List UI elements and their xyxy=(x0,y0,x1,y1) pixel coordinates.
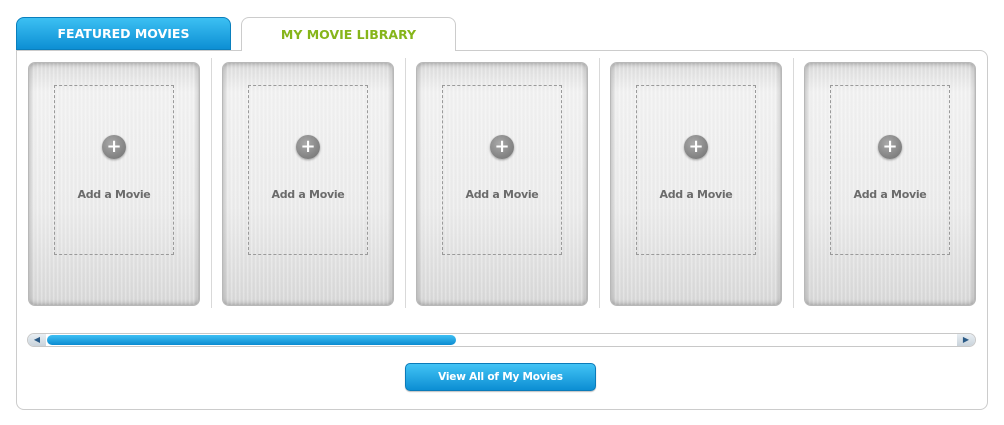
add-movie-slot-1[interactable]: + Add a Movie xyxy=(28,62,200,306)
view-all-movies-button[interactable]: View All of My Movies xyxy=(405,363,596,391)
add-movie-slot-5[interactable]: + Add a Movie xyxy=(804,62,976,306)
horizontal-scrollbar[interactable]: ◀ ▶ xyxy=(27,333,976,347)
slot-dashed-frame xyxy=(830,85,950,255)
add-movie-label: Add a Movie xyxy=(465,188,539,201)
plus-icon[interactable]: + xyxy=(878,135,902,159)
plus-icon[interactable]: + xyxy=(296,135,320,159)
movie-slots: + Add a Movie + Add a Movie + Add a Movi… xyxy=(28,62,980,306)
tab-featured-movies-label: FEATURED MOVIES xyxy=(57,26,190,41)
view-all-movies-label: View All of My Movies xyxy=(438,371,563,383)
add-movie-slot-3[interactable]: + Add a Movie xyxy=(416,62,588,306)
add-movie-slot-4[interactable]: + Add a Movie xyxy=(610,62,782,306)
scrollbar-thumb[interactable] xyxy=(47,335,456,345)
plus-icon[interactable]: + xyxy=(490,135,514,159)
slot-dashed-frame xyxy=(442,85,562,255)
tab-my-movie-library[interactable]: MY MOVIE LIBRARY xyxy=(241,17,456,51)
slot-dashed-frame xyxy=(636,85,756,255)
tab-my-movie-library-label: MY MOVIE LIBRARY xyxy=(280,27,417,42)
slot-dashed-frame xyxy=(54,85,174,255)
plus-icon[interactable]: + xyxy=(684,135,708,159)
add-movie-slot-2[interactable]: + Add a Movie xyxy=(222,62,394,306)
slot-dashed-frame xyxy=(248,85,368,255)
add-movie-label: Add a Movie xyxy=(659,188,733,201)
add-movie-label: Add a Movie xyxy=(853,188,927,201)
add-movie-label: Add a Movie xyxy=(77,188,151,201)
add-movie-label: Add a Movie xyxy=(271,188,345,201)
arrow-right-icon[interactable]: ▶ xyxy=(957,334,975,346)
tab-featured-movies[interactable]: FEATURED MOVIES xyxy=(16,17,231,50)
plus-icon[interactable]: + xyxy=(102,135,126,159)
arrow-left-icon[interactable]: ◀ xyxy=(28,334,46,346)
